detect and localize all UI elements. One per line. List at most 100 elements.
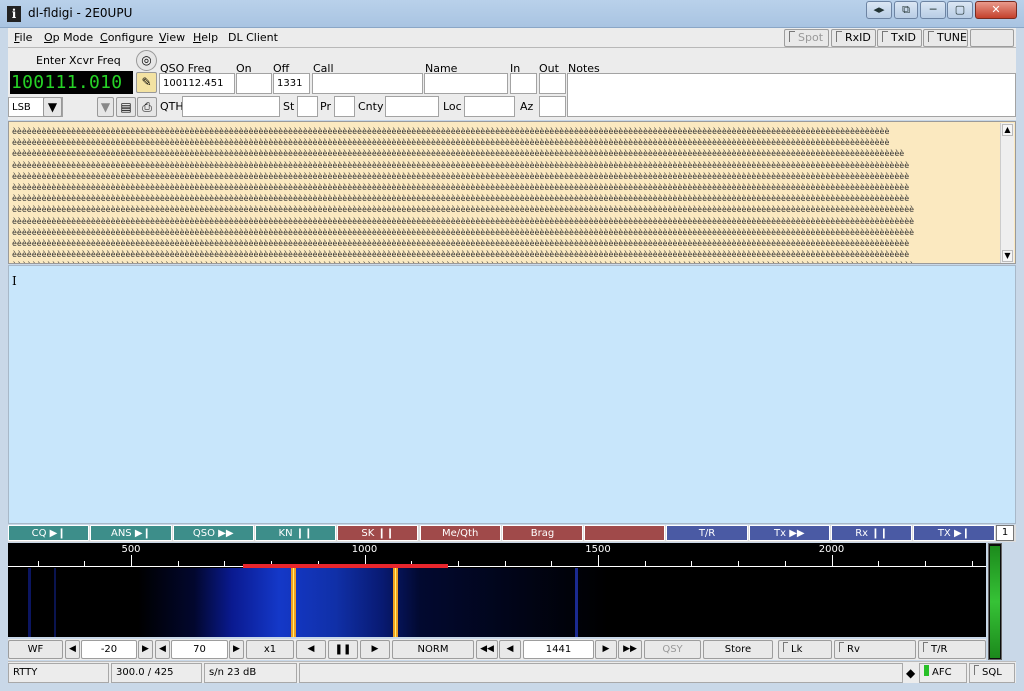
menu-view[interactable]: View [159,31,185,44]
scale-minor-tick [691,561,693,567]
log-book-icon[interactable]: ▤ [116,97,136,117]
range-field[interactable]: 70 [171,640,228,659]
menu-file[interactable]: File [14,31,32,44]
off-time-field[interactable]: 1331 [273,73,310,94]
chevron-down-icon[interactable]: ▼ [43,97,62,117]
step-left-button[interactable]: ◀ [499,640,521,659]
range-down-arrow[interactable]: ◀ [155,640,170,659]
broom-icon[interactable]: ✎ [136,72,157,93]
transmit-text-panel[interactable]: I [8,265,1016,524]
qsy-button[interactable]: QSY [644,640,701,659]
province-field[interactable] [334,96,355,117]
receive-text-panel[interactable]: èèèèèèèèèèèèèèèèèèèèèèèèèèèèèèèèèèèèèèèè… [8,121,1016,264]
azimuth-field[interactable] [539,96,566,117]
snr-status: s/n 23 dB [204,663,297,683]
on-time-field[interactable] [236,73,272,94]
speed-button[interactable]: NORM [392,640,474,659]
tune-toggle[interactable]: TUNE [923,29,968,47]
text-cursor-icon: I [12,274,17,288]
scale-major-tick [131,555,132,567]
state-field[interactable] [297,96,318,117]
macro-button-1[interactable]: CQ ▶❙ [8,525,90,541]
qth-field[interactable] [182,96,280,117]
rst-in-field[interactable] [510,73,537,94]
tr-toggle[interactable]: T/R [918,640,986,659]
st-label: St [283,100,295,113]
scale-label-500: 500 [121,544,141,555]
ref-level-up-arrow[interactable]: ▶ [138,640,153,659]
scale-minor-tick [84,561,86,567]
globe-icon[interactable]: ◎ [136,50,157,71]
scale-major-tick [598,555,599,567]
menu-configure[interactable]: Configure [100,31,153,44]
macro-button-6[interactable]: Me/Qth [419,525,501,541]
title-bar[interactable]: i dl-fldigi - 2E0UPU ◂▸ ⧉ ─ ▢ ✕ [0,0,1024,28]
status-message [299,663,903,683]
macro-button-8[interactable] [584,525,666,541]
range-up-arrow[interactable]: ▶ [229,640,244,659]
save-log-icon[interactable]: ⎙ [137,97,157,117]
call-field[interactable] [312,73,423,94]
reverse-toggle[interactable]: Rv [834,640,916,659]
qso-freq-field[interactable]: 100112.451 [159,73,235,94]
sql-toggle[interactable]: SQL [969,663,1015,683]
macro-button-11[interactable]: Rx ❙❙ [831,525,913,541]
ref-level-down-arrow[interactable]: ◀ [65,640,80,659]
blank-toggle[interactable] [970,29,1014,47]
chevron-up-icon[interactable]: ▲ [1002,124,1013,136]
scale-minor-tick [504,561,506,567]
waterfall-panel[interactable]: 5001000150020002500300035004000 [8,543,986,637]
mode-status[interactable]: RTTY [8,663,109,683]
carrier-frequency-field[interactable]: 1441 [523,640,594,659]
fast-right-button[interactable]: ▶▶ [618,640,642,659]
notes-field[interactable] [567,73,1016,117]
rxid-toggle[interactable]: RxID [831,29,876,47]
fast-left-button[interactable]: ◀◀ [476,640,498,659]
chevron-down-icon[interactable]: ▼ [1002,250,1013,262]
step-right-button[interactable]: ▶ [595,640,617,659]
minimize-button[interactable]: ─ [920,1,946,19]
rx-scrollbar[interactable]: ▲ ▼ [1000,123,1014,263]
macro-button-9[interactable]: T/R [666,525,748,541]
diamond-icon[interactable]: ◆ [906,665,916,681]
scale-minor-tick [878,561,880,567]
xcvr-freq-display[interactable]: 100111.010 [10,71,133,94]
macro-button-5[interactable]: SK ❙❙ [337,525,419,541]
afc-toggle[interactable]: AFC [919,663,967,683]
spot-toggle[interactable]: Spot [784,29,829,47]
maximize-button[interactable]: ▢ [947,1,973,19]
macro-button-2[interactable]: ANS ▶❙ [90,525,172,541]
store-button[interactable]: Store [703,640,773,659]
scroll-left-button[interactable]: ◀ [296,640,326,659]
restore-small-button[interactable]: ⧉ [894,1,918,19]
scale-minor-tick [644,561,646,567]
macro-button-12[interactable]: TX ▶❙ [913,525,995,541]
menu-dl-client[interactable]: DL Client [228,31,278,44]
close-button[interactable]: ✕ [975,1,1017,19]
frequency-scale[interactable]: 5001000150020002500300035004000 [8,543,986,567]
menu-bar: File Op Mode Configure View Help DL Clie… [8,28,1016,48]
name-field[interactable] [424,73,508,94]
pause-icon[interactable]: ❚❚ [328,640,358,659]
macro-button-10[interactable]: Tx ▶▶ [748,525,830,541]
waterfall-mode-button[interactable]: WF [8,640,63,659]
country-field[interactable] [385,96,439,117]
scroll-right-button[interactable]: ▶ [360,640,390,659]
menu-op-mode[interactable]: Op Mode [44,31,93,44]
nav-arrows-button[interactable]: ◂▸ [866,1,892,19]
macro-button-4[interactable]: KN ❙❙ [254,525,337,541]
ref-level-field[interactable]: -20 [81,640,137,659]
macro-button-3[interactable]: QSO ▶▶ [172,525,254,541]
zoom-button[interactable]: x1 [246,640,294,659]
waterfall-display[interactable] [8,568,986,637]
scale-label-1500: 1500 [585,544,611,555]
lock-toggle[interactable]: Lk [778,640,832,659]
dropdown-arrow-icon[interactable]: ▼ [97,97,114,117]
scale-minor-tick [551,561,553,567]
menu-help[interactable]: Help [193,31,218,44]
macro-set-number[interactable]: 1 [996,525,1014,541]
txid-toggle[interactable]: TxID [877,29,922,47]
macro-button-7[interactable]: Brag [501,525,584,541]
rst-out-field[interactable] [539,73,566,94]
locator-field[interactable] [464,96,515,117]
